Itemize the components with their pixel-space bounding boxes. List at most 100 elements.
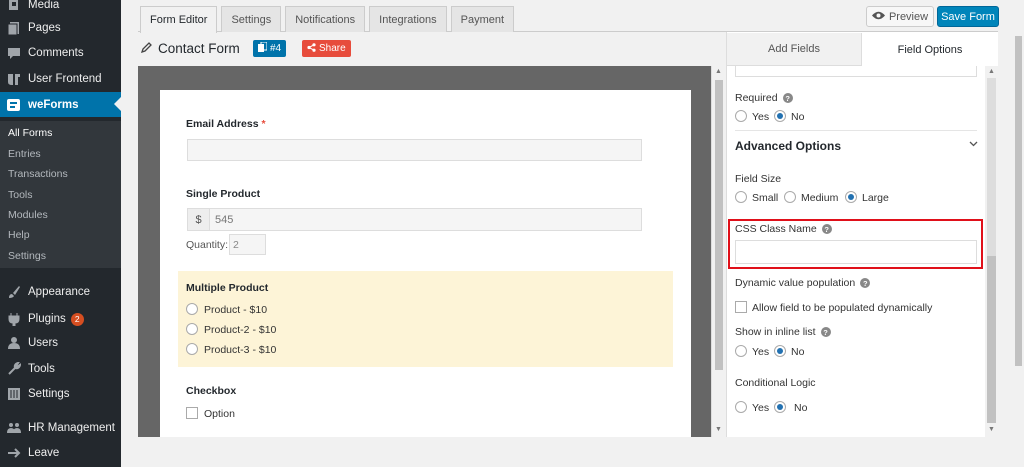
single-product-price: 545	[209, 208, 642, 231]
submenu-settings[interactable]: Settings	[8, 250, 46, 262]
plugins-icon	[6, 311, 22, 327]
submenu-entries[interactable]: Entries	[8, 148, 41, 160]
product-option-3: Product-3 - $10	[204, 344, 277, 356]
single-product-label: Single Product	[186, 188, 261, 200]
size-small-label: Small	[752, 192, 779, 204]
conditional-yes-label: Yes	[752, 402, 770, 414]
required-no-label: No	[791, 111, 805, 123]
inline-yes-label: Yes	[752, 346, 770, 358]
required-yes-radio[interactable]	[735, 110, 747, 122]
inline-no-label: No	[791, 346, 805, 358]
option-checkbox[interactable]	[186, 407, 198, 419]
conditional-yes-radio[interactable]	[735, 401, 747, 413]
pages-icon	[6, 20, 22, 36]
size-medium-label: Medium	[801, 192, 839, 204]
inline-list-label: Show in inline list?	[735, 326, 831, 338]
inline-no-radio[interactable]	[774, 345, 786, 357]
submenu-help[interactable]: Help	[8, 229, 30, 241]
required-no-radio[interactable]	[774, 110, 786, 122]
settings-icon	[6, 386, 22, 402]
sidebar-item-weforms[interactable]: weForms	[0, 92, 121, 117]
product-option-1: Product - $10	[204, 304, 268, 316]
product-radio-2[interactable]	[186, 323, 198, 335]
sidebar-item-appearance[interactable]: Appearance	[0, 280, 121, 304]
sidebar-item-settings[interactable]: Settings	[0, 382, 121, 406]
page-scrollbar[interactable]	[1013, 30, 1024, 467]
advanced-options-heading[interactable]: Advanced Options	[735, 139, 841, 153]
dynamic-population-text: Allow field to be populated dynamically	[752, 302, 933, 314]
checkbox-field-label: Checkbox	[186, 385, 237, 397]
size-large-radio[interactable]	[845, 191, 857, 203]
product-radio-3[interactable]	[186, 343, 198, 355]
dynamic-population-checkbox[interactable]	[735, 301, 747, 313]
weforms-icon	[6, 97, 22, 113]
tab-settings[interactable]: Settings	[221, 6, 282, 32]
conditional-logic-label: Conditional Logic	[735, 377, 816, 389]
chevron-down-icon[interactable]	[969, 139, 978, 150]
submenu-modules[interactable]: Modules	[8, 209, 48, 221]
tab-form-editor[interactable]: Form Editor	[140, 6, 218, 33]
sidebar-item-users[interactable]: Users	[0, 331, 121, 355]
size-medium-radio[interactable]	[784, 191, 796, 203]
product-radio-1[interactable]	[186, 303, 198, 315]
tab-notifications[interactable]: Notifications	[285, 6, 366, 32]
help-icon: ?	[860, 278, 871, 289]
preview-scrollbar[interactable]: ▲ ▼	[711, 66, 725, 437]
tab-payment[interactable]: Payment	[450, 6, 515, 32]
eye-icon	[871, 11, 885, 23]
sidebar-item-media[interactable]: Media	[0, 0, 121, 17]
quantity-label: Quantity:	[186, 239, 229, 251]
previous-option-input[interactable]	[735, 66, 977, 77]
size-small-radio[interactable]	[735, 191, 747, 203]
required-label: Required?	[735, 92, 793, 104]
copy-icon	[258, 41, 268, 55]
tab-add-fields[interactable]: Add Fields	[727, 33, 862, 66]
share-icon	[307, 42, 316, 55]
sidebar-item-tools[interactable]: Tools	[0, 357, 121, 381]
css-class-input[interactable]	[735, 240, 977, 264]
size-large-label: Large	[862, 192, 889, 204]
media-icon	[6, 0, 22, 13]
css-class-label: CSS Class Name?	[735, 223, 832, 235]
share-button[interactable]: Share	[302, 40, 351, 57]
submenu-transactions[interactable]: Transactions	[8, 168, 68, 180]
sidebar-item-user-frontend[interactable]: User Frontend	[0, 67, 121, 91]
required-yes-label: Yes	[752, 111, 770, 123]
sidebar-item-hr-management[interactable]: HR Management	[0, 416, 121, 440]
preview-button[interactable]: Preview	[866, 6, 934, 27]
editor-tabs: Form Editor Settings Notifications Integ…	[140, 6, 515, 33]
conditional-no-radio[interactable]	[774, 401, 786, 413]
field-size-label: Field Size	[735, 173, 782, 185]
tab-integrations[interactable]: Integrations	[369, 6, 447, 32]
help-icon: ?	[820, 327, 831, 338]
sidebar-item-leave[interactable]: Leave	[0, 441, 121, 465]
conditional-no-label: No	[794, 402, 808, 414]
form-title[interactable]: Contact Form	[140, 41, 240, 56]
plugins-update-badge: 2	[70, 312, 84, 326]
submenu-all-forms[interactable]: All Forms	[8, 127, 52, 139]
help-icon: ?	[821, 224, 832, 235]
email-field-label: Email Address *	[186, 118, 266, 130]
multiple-product-label: Multiple Product	[186, 282, 269, 294]
product-option-2: Product-2 - $10	[204, 324, 277, 336]
form-id-shortcode[interactable]: #4	[253, 40, 287, 57]
tab-field-options[interactable]: Field Options	[862, 33, 998, 66]
users-icon	[6, 335, 22, 351]
submenu-tools[interactable]: Tools	[8, 189, 33, 201]
comments-icon	[6, 45, 22, 61]
sidebar-item-pages[interactable]: Pages	[0, 16, 121, 40]
inline-yes-radio[interactable]	[735, 345, 747, 357]
email-input[interactable]	[187, 139, 642, 161]
sidebar-item-plugins[interactable]: Plugins 2	[0, 307, 121, 331]
wrench-icon	[6, 361, 22, 377]
pencil-icon	[140, 41, 152, 56]
currency-prefix: $	[187, 208, 209, 231]
save-form-button[interactable]: Save Form	[937, 6, 999, 27]
divider	[735, 130, 977, 131]
options-scrollbar[interactable]: ▲ ▼	[985, 66, 998, 437]
appearance-icon	[6, 284, 22, 300]
hr-icon	[6, 420, 22, 436]
quantity-input[interactable]: 2	[229, 234, 266, 255]
checkbox-option-label: Option	[204, 408, 235, 420]
sidebar-item-comments[interactable]: Comments	[0, 41, 121, 65]
